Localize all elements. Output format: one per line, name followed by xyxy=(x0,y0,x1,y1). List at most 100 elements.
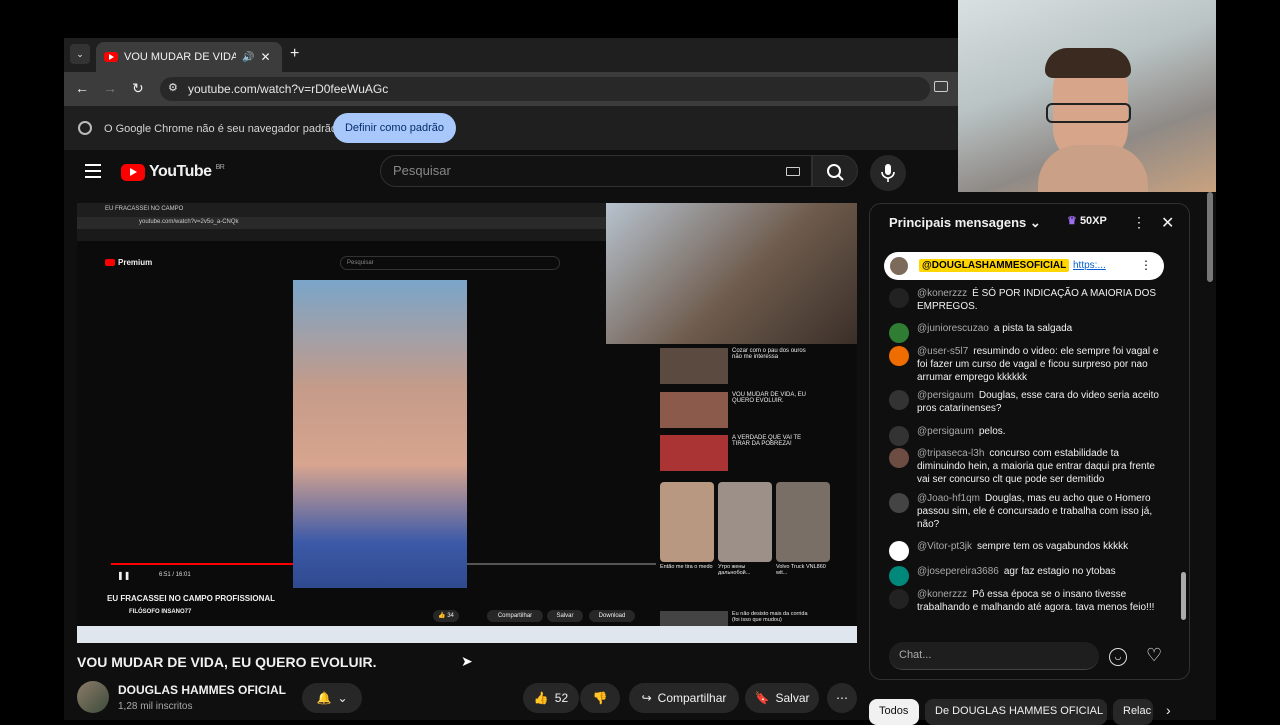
close-tab-icon[interactable]: ✕ xyxy=(260,50,270,64)
chat-author[interactable]: @user-s5l7 xyxy=(917,346,968,357)
chat-message[interactable]: @persigaum pelos. xyxy=(889,426,1159,446)
more-actions-button[interactable]: ⋯ xyxy=(827,683,857,713)
forward-button[interactable]: → xyxy=(103,80,117,96)
search-button[interactable] xyxy=(812,155,858,187)
bookmark-icon: 🔖 xyxy=(754,691,770,705)
chat-message-body: @user-s5l7 resumindo o video: ele sempre … xyxy=(917,346,1159,384)
chat-avatar[interactable] xyxy=(889,390,909,410)
notifications-button[interactable]: 🔔 ⌄ xyxy=(302,683,362,713)
search-icon xyxy=(827,164,844,181)
chat-message-body: @juniorescuzao a pista ta salgada xyxy=(917,323,1072,343)
filter-chip[interactable]: Relac xyxy=(1113,699,1153,725)
chat-message[interactable]: @user-s5l7 resumindo o video: ele sempre … xyxy=(889,346,1159,384)
chat-avatar[interactable] xyxy=(889,288,909,308)
keyboard-icon[interactable] xyxy=(786,167,800,176)
browser-tab[interactable]: VOU MUDAR DE VIDA, EU 🔊 ✕ xyxy=(96,42,282,72)
xp-badge[interactable]: ♛ 50XP xyxy=(1067,214,1107,227)
voice-search-button[interactable] xyxy=(870,155,906,191)
chat-author[interactable]: @konerzzz xyxy=(917,288,967,299)
new-tab-button[interactable]: + xyxy=(290,45,299,63)
filter-chip[interactable]: Todos xyxy=(869,699,919,725)
channel-name[interactable]: DOUGLAS HAMMES OFICIAL xyxy=(118,683,286,697)
chat-message-body: @konerzzz É SÓ POR INDICAÇÃO A MAIORIA DO… xyxy=(917,288,1159,314)
cast-icon[interactable] xyxy=(934,81,948,92)
share-button[interactable]: ↪ Compartilhar xyxy=(629,683,739,713)
close-chat-icon[interactable]: ✕ xyxy=(1161,213,1174,233)
chevron-down-icon: ⌄ xyxy=(1029,215,1041,230)
chat-mode-dropdown[interactable]: Principais mensagens ⌄ xyxy=(889,215,1041,231)
chat-message[interactable]: @Joao-hf1qm Douglas, mas eu acho que o Ho… xyxy=(889,493,1159,531)
chat-message-body: @Vitor-pt3jk sempre tem os vagabundos kkk… xyxy=(917,541,1128,561)
chat-more-icon[interactable]: ⋮ xyxy=(1132,214,1146,231)
chat-header-title: Principais mensagens xyxy=(889,215,1027,230)
inner-youtube-logo: Premium xyxy=(105,258,152,267)
chat-avatar[interactable] xyxy=(889,589,909,609)
chat-avatar[interactable] xyxy=(889,448,909,468)
filter-chip[interactable]: De DOUGLAS HAMMES OFICIAL xyxy=(925,699,1107,725)
site-info-icon[interactable]: ⚙ xyxy=(168,81,178,94)
chrome-icon xyxy=(78,121,92,135)
chat-author[interactable]: @juniorescuzao xyxy=(917,323,989,334)
chat-author[interactable]: @persigaum xyxy=(917,426,974,437)
like-button[interactable]: 👍 52 xyxy=(523,683,579,713)
chat-message[interactable]: @josepereira3686 agr faz estagio no ytoba… xyxy=(889,566,1159,586)
dislike-button[interactable]: 👎 xyxy=(580,683,620,713)
youtube-favicon-icon xyxy=(104,52,118,62)
chat-message[interactable]: @tripaseca-l3h concurso com estabilidade … xyxy=(889,448,1159,486)
emoji-icon[interactable]: ◡ xyxy=(1109,648,1127,666)
search-input[interactable]: Pesquisar xyxy=(380,155,812,187)
save-label: Salvar xyxy=(775,691,810,705)
pinned-message[interactable]: @DOUGLASHAMMESOFICIAL https:... ⋮ xyxy=(884,252,1164,280)
chat-text: agr faz estagio no ytobas xyxy=(1003,566,1116,577)
chat-avatar[interactable] xyxy=(889,541,909,561)
chat-text: sempre tem os vagabundos kkkkk xyxy=(977,541,1129,552)
chat-author[interactable]: @Vitor-pt3jk xyxy=(917,541,972,552)
inner-recommendation: Eu não desisto mais da corrida (foi isso… xyxy=(660,611,820,627)
inner-like-pill: 👍 34 xyxy=(433,610,459,622)
xp-value: 50XP xyxy=(1079,215,1107,227)
chat-message[interactable]: @Vitor-pt3jk sempre tem os vagabundos kkk… xyxy=(889,541,1159,561)
pinned-link[interactable]: https:... xyxy=(1073,260,1106,271)
set-default-button[interactable]: Definir como padrão xyxy=(333,113,456,143)
chat-avatar[interactable] xyxy=(889,566,909,586)
chevron-right-icon[interactable]: › xyxy=(1166,702,1171,718)
chat-input[interactable]: Chat... xyxy=(889,642,1099,670)
save-button[interactable]: 🔖 Salvar xyxy=(745,683,819,713)
speaker-icon[interactable]: 🔊 xyxy=(242,52,254,63)
thumbs-down-icon: 👎 xyxy=(592,691,608,705)
chat-avatar[interactable] xyxy=(889,426,909,446)
chat-author[interactable]: @persigaum xyxy=(917,390,974,401)
chat-avatar[interactable] xyxy=(889,493,909,513)
subscriber-count: 1,28 mil inscritos xyxy=(118,701,193,712)
inner-short2: Утро жены дальнобой... xyxy=(718,564,751,576)
chat-message[interactable]: @konerzzz É SÓ POR INDICAÇÃO A MAIORIA DO… xyxy=(889,288,1159,314)
chat-author[interactable]: @josepereira3686 xyxy=(917,566,999,577)
inner-save-pill: Salvar xyxy=(547,610,583,622)
chat-message[interactable]: @konerzzz Pô essa época se o insano tives… xyxy=(889,589,1159,615)
pinned-author[interactable]: @DOUGLASHAMMESOFICIAL xyxy=(919,259,1070,272)
chat-scrollbar[interactable] xyxy=(1181,572,1186,620)
pinned-more-icon[interactable]: ⋮ xyxy=(1140,258,1152,272)
address-bar[interactable]: ⚙ youtube.com/watch?v=rD0feeWuAGc xyxy=(160,77,930,101)
inner-video-title: EU FRACASSEI NO CAMPO PROFISSIONAL xyxy=(107,594,276,603)
heart-icon[interactable]: ♡ xyxy=(1146,645,1162,666)
chat-author[interactable]: @tripaseca-l3h xyxy=(917,448,984,459)
chat-message-body: @persigaum Douglas, esse cara do video se… xyxy=(917,390,1159,416)
video-title: VOU MUDAR DE VIDA, EU QUERO EVOLUIR. xyxy=(77,654,377,670)
youtube-logo[interactable]: YouTube BR xyxy=(121,163,225,181)
pinned-avatar xyxy=(890,257,908,275)
chat-author[interactable]: @konerzzz xyxy=(917,589,967,600)
back-button[interactable]: ← xyxy=(75,80,89,96)
reload-button[interactable]: ↻ xyxy=(132,80,144,97)
page-scrollbar[interactable] xyxy=(1207,192,1213,282)
chat-text: a pista ta salgada xyxy=(993,323,1073,334)
chat-author[interactable]: @Joao-hf1qm xyxy=(917,493,980,504)
chat-message[interactable]: @juniorescuzao a pista ta salgada xyxy=(889,323,1159,343)
channel-avatar[interactable] xyxy=(77,681,109,713)
menu-icon[interactable] xyxy=(85,164,101,178)
chat-message[interactable]: @persigaum Douglas, esse cara do video se… xyxy=(889,390,1159,416)
chat-message-body: @tripaseca-l3h concurso com estabilidade … xyxy=(917,448,1159,486)
chat-avatar[interactable] xyxy=(889,346,909,366)
chat-avatar[interactable] xyxy=(889,323,909,343)
tab-search-button[interactable]: ⌄ xyxy=(70,44,90,64)
